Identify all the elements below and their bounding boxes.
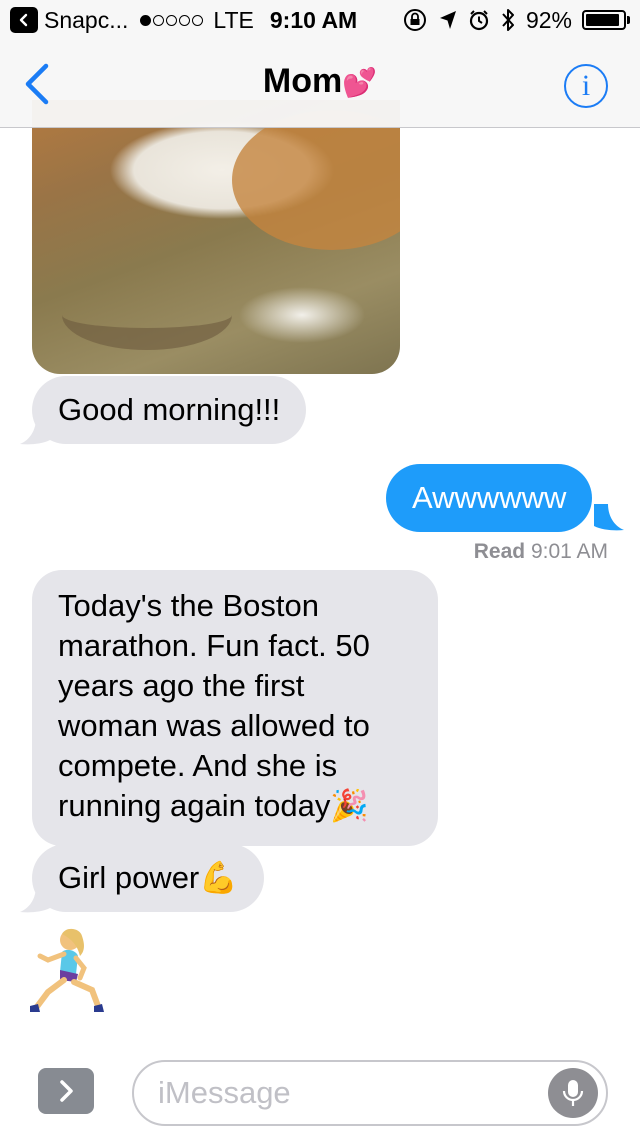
imessage-input[interactable] [132, 1060, 608, 1126]
incoming-message[interactable]: Good morning!!! [32, 376, 307, 444]
signal-strength-icon [140, 14, 205, 26]
message-text: Girl power [58, 860, 200, 895]
battery-icon [582, 10, 630, 30]
bubble-tail [594, 504, 624, 531]
contact-name[interactable]: Mom💕 [0, 62, 640, 101]
alarm-clock-icon [469, 10, 489, 31]
message-text: Good morning!!! [58, 392, 281, 427]
party-popper-emoji: 🎉 [330, 788, 369, 823]
conversation-header: Mom💕 i [0, 40, 640, 128]
chevron-right-icon [60, 1080, 73, 1102]
status-bar: Snapc... LTE 9:10 AM 92% [0, 0, 640, 40]
app-drawer-button[interactable] [38, 1068, 94, 1114]
message-line: compete. And she is [58, 748, 338, 783]
woman-running-emoji[interactable] [22, 926, 112, 1018]
back-app-label: Snapc... [44, 6, 129, 33]
location-arrow-icon [439, 11, 456, 29]
incoming-message[interactable]: Today's the Boston marathon. Fun fact. 5… [32, 570, 438, 846]
incoming-message[interactable]: Girl power💪 [32, 844, 264, 912]
back-arrow-icon [10, 7, 38, 33]
bubble-tail [20, 886, 50, 913]
compose-bar [0, 1048, 640, 1136]
read-label: Read [473, 540, 526, 563]
status-time: 9:10 AM [269, 6, 358, 33]
bubble-tail [20, 418, 50, 445]
outgoing-message[interactable]: Awwwwww [386, 464, 593, 532]
info-icon: i [581, 69, 591, 102]
message-line: years ago the first [58, 668, 305, 703]
cat-photo[interactable] [32, 100, 400, 374]
message-line: Today's the Boston [58, 588, 319, 623]
microphone-icon [562, 1080, 584, 1106]
two-hearts-emoji: 💕 [342, 67, 378, 98]
message-line: running again today [58, 788, 331, 823]
bluetooth-icon [502, 9, 514, 31]
dictation-button[interactable] [548, 1068, 598, 1118]
read-receipt: Read 9:01 AM [474, 540, 608, 564]
message-text: Awwwwww [412, 480, 567, 515]
rotation-lock-icon [403, 9, 426, 31]
battery-percent: 92% [525, 6, 572, 33]
info-button[interactable]: i [564, 64, 608, 108]
back-to-app[interactable]: Snapc... [10, 7, 128, 34]
read-time: 9:01 AM [530, 540, 608, 563]
message-line: marathon. Fun fact. 50 [58, 628, 370, 663]
flexed-biceps-emoji: 💪 [199, 860, 238, 895]
network-type: LTE [213, 6, 254, 33]
contact-name-text: Mom [262, 62, 343, 100]
message-line: woman was allowed to [58, 708, 370, 743]
